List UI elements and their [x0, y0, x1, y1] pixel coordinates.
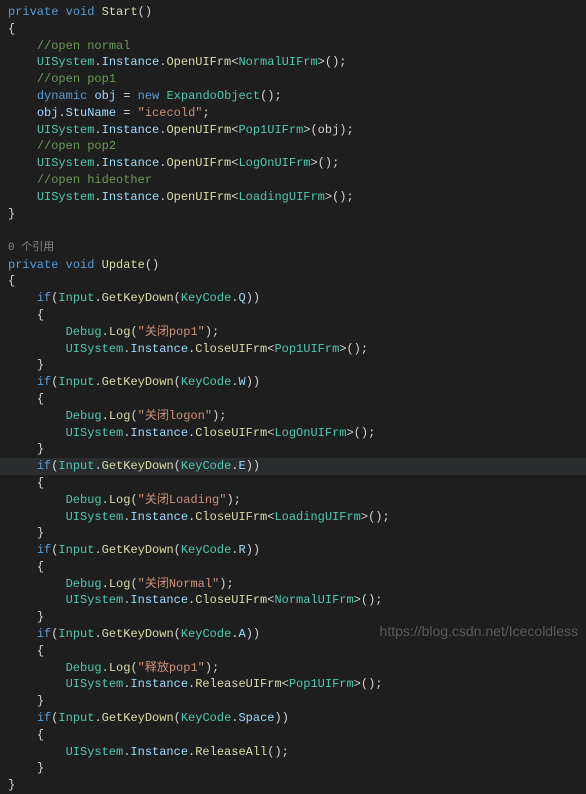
code-line: private void Update()	[0, 257, 586, 274]
code-line: UISystem.Instance.CloseUIFrm<Pop1UIFrm>(…	[0, 341, 586, 358]
code-line: //open pop1	[0, 71, 586, 88]
code-line: if(Input.GetKeyDown(KeyCode.W))	[0, 374, 586, 391]
code-line: {	[0, 391, 586, 408]
code-line: obj.StuName = "icecold";	[0, 105, 586, 122]
code-editor[interactable]: private void Start() { //open normal UIS…	[0, 4, 586, 794]
code-line: {	[0, 273, 586, 290]
code-line: //open pop2	[0, 138, 586, 155]
code-line: if(Input.GetKeyDown(KeyCode.Space))	[0, 710, 586, 727]
code-line: UISystem.Instance.OpenUIFrm<NormalUIFrm>…	[0, 54, 586, 71]
code-line: UISystem.Instance.CloseUIFrm<LoadingUIFr…	[0, 509, 586, 526]
code-line: }	[0, 525, 586, 542]
code-line: private void Start()	[0, 4, 586, 21]
code-line: Debug.Log("关闭pop1");	[0, 324, 586, 341]
code-line: Debug.Log("关闭Loading");	[0, 492, 586, 509]
code-line: //open normal	[0, 38, 586, 55]
watermark: https://blog.csdn.net/Icecoldless	[380, 622, 578, 642]
code-line: }	[0, 760, 586, 777]
code-line: UISystem.Instance.ReleaseUIFrm<Pop1UIFrm…	[0, 676, 586, 693]
code-line: Debug.Log("关闭logon");	[0, 408, 586, 425]
code-line: UISystem.Instance.CloseUIFrm<LogOnUIFrm>…	[0, 425, 586, 442]
code-line: UISystem.Instance.OpenUIFrm<Pop1UIFrm>(o…	[0, 122, 586, 139]
code-line: }	[0, 441, 586, 458]
code-line: {	[0, 307, 586, 324]
references-label: 0 个引用	[0, 239, 586, 256]
code-line: dynamic obj = new ExpandoObject();	[0, 88, 586, 105]
code-line: }	[0, 777, 586, 794]
code-line: {	[0, 475, 586, 492]
code-line: if(Input.GetKeyDown(KeyCode.Q))	[0, 290, 586, 307]
code-line: Debug.Log("释放pop1");	[0, 660, 586, 677]
code-line: {	[0, 727, 586, 744]
code-line: {	[0, 21, 586, 38]
code-line: UISystem.Instance.OpenUIFrm<LogOnUIFrm>(…	[0, 155, 586, 172]
code-line	[0, 222, 586, 239]
code-line-highlighted: if(Input.GetKeyDown(KeyCode.E))	[0, 458, 586, 475]
code-line: }	[0, 357, 586, 374]
code-line: Debug.Log("关闭Normal");	[0, 576, 586, 593]
code-line: {	[0, 559, 586, 576]
code-line: }	[0, 206, 586, 223]
code-line: {	[0, 643, 586, 660]
code-line: UISystem.Instance.ReleaseAll();	[0, 744, 586, 761]
code-line: UISystem.Instance.OpenUIFrm<LoadingUIFrm…	[0, 189, 586, 206]
code-line: UISystem.Instance.CloseUIFrm<NormalUIFrm…	[0, 592, 586, 609]
code-line: }	[0, 693, 586, 710]
code-line: //open hideother	[0, 172, 586, 189]
code-line: if(Input.GetKeyDown(KeyCode.R))	[0, 542, 586, 559]
